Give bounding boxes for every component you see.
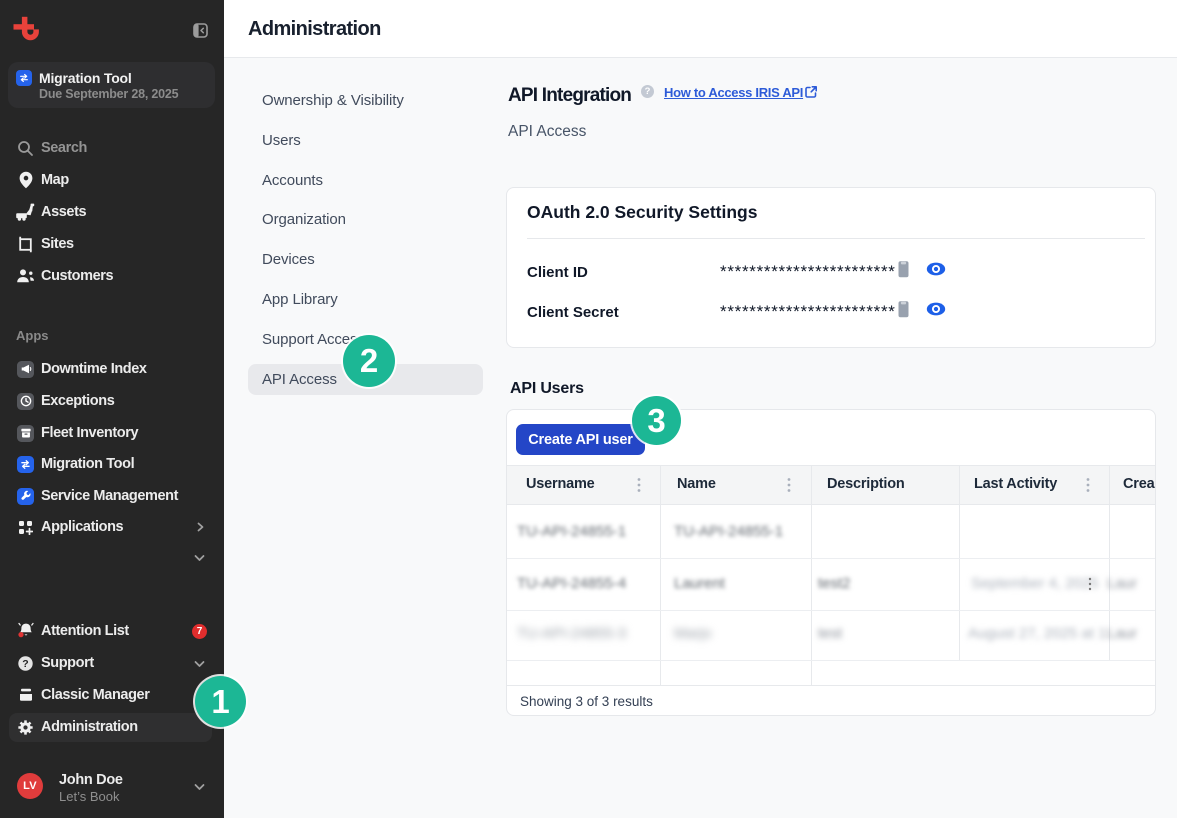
svg-text:?: ? <box>22 658 28 670</box>
